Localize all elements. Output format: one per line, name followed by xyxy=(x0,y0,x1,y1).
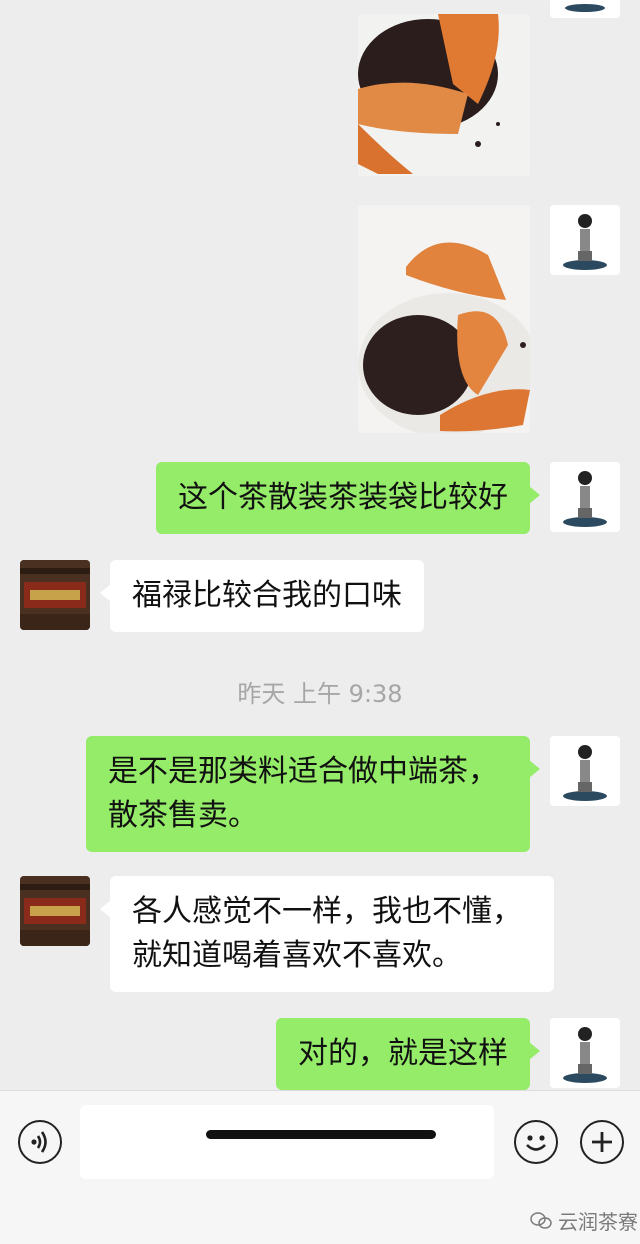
message-bubble-sent[interactable]: 是不是那类料适合做中端茶， 散茶售卖。 xyxy=(86,736,540,852)
emoji-icon[interactable] xyxy=(514,1120,558,1164)
my-avatar[interactable] xyxy=(550,736,620,806)
voice-icon[interactable] xyxy=(18,1120,62,1164)
my-avatar[interactable] xyxy=(550,462,620,532)
message-input[interactable] xyxy=(80,1105,494,1179)
my-avatar[interactable] xyxy=(550,0,620,18)
plus-icon[interactable] xyxy=(580,1120,624,1164)
message-bubble-sent[interactable]: 这个茶散装茶装袋比较好 xyxy=(156,462,540,534)
message-bubble-received[interactable]: 各人感觉不一样，我也不懂， 就知道喝着喜欢不喜欢。 xyxy=(100,876,554,992)
tea-photo-2[interactable] xyxy=(358,205,530,433)
my-avatar[interactable] xyxy=(550,205,620,275)
tea-photo-1[interactable] xyxy=(358,14,530,176)
watermark: 云润茶寮 xyxy=(530,1206,638,1235)
watermark-text: 云润茶寮 xyxy=(558,1210,638,1234)
contact-avatar[interactable] xyxy=(20,560,90,630)
message-bubble-received[interactable]: 福禄比较合我的口味 xyxy=(100,560,424,632)
home-indicator[interactable] xyxy=(206,1130,436,1139)
wechat-icon xyxy=(530,1211,552,1229)
contact-avatar[interactable] xyxy=(20,876,90,946)
timestamp: 昨天 上午 9:38 xyxy=(237,680,403,708)
chat-history[interactable]: 这个茶散装茶装袋比较好 福禄比较合我的口味 昨天 上午 9:38 是不是那类料适… xyxy=(0,0,640,1090)
message-bubble-sent[interactable]: 对的，就是这样 xyxy=(276,1018,540,1090)
my-avatar[interactable] xyxy=(550,1018,620,1088)
